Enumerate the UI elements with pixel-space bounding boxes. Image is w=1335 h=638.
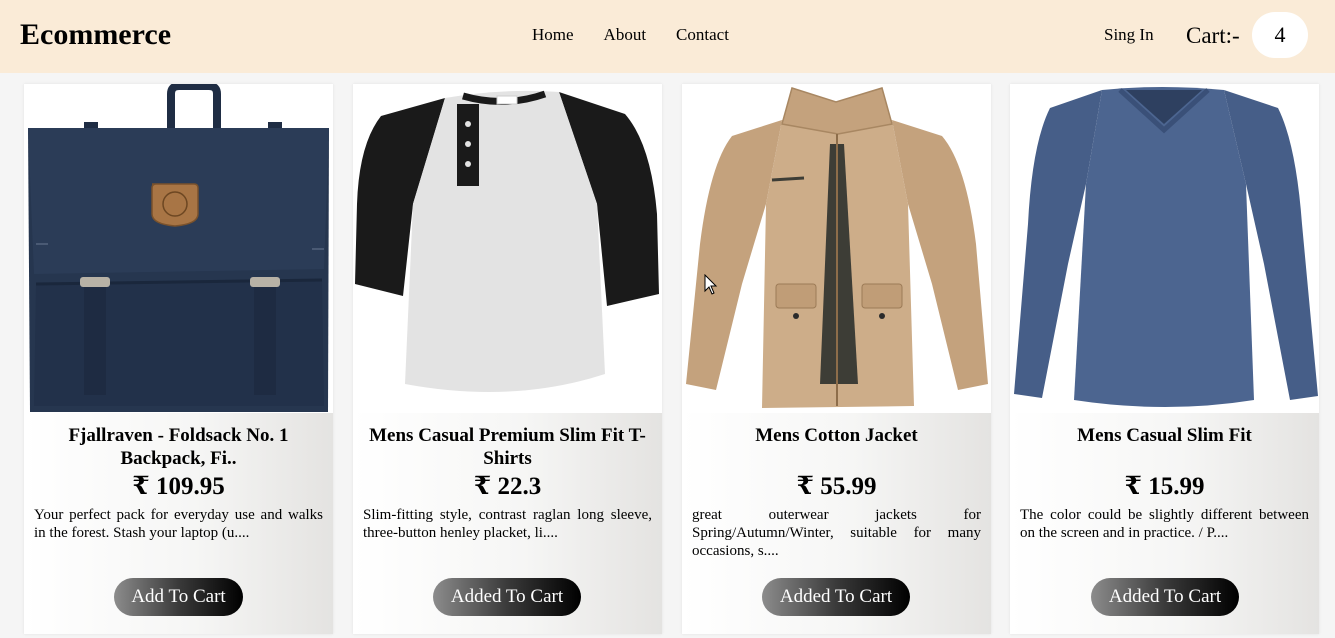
brand-logo[interactable]: Ecommerce: [20, 17, 171, 53]
nav-contact-link[interactable]: Contact: [676, 24, 729, 46]
added-to-cart-button[interactable]: Added To Cart: [433, 578, 581, 616]
product-description: The color could be slightly different be…: [1020, 507, 1309, 541]
nav-about-link[interactable]: About: [604, 24, 647, 46]
product-price: ₹ 109.95: [132, 473, 225, 500]
mouse-cursor-icon: [704, 274, 718, 295]
jacket-image[interactable]: [682, 84, 991, 413]
nav-links: Home About Contact: [532, 24, 729, 46]
product-title[interactable]: Mens Casual Slim Fit: [1020, 424, 1309, 447]
product-card: Mens Casual Premium Slim Fit T-Shirts ₹ …: [353, 84, 662, 634]
product-card: Mens Cotton Jacket ₹ 55.99 great outerwe…: [682, 84, 991, 634]
added-to-cart-button[interactable]: Added To Cart: [1091, 578, 1239, 616]
nav-home-link[interactable]: Home: [532, 24, 574, 46]
long-sleeve-shirt-image[interactable]: [1010, 84, 1319, 413]
product-title[interactable]: Fjallraven - Foldsack No. 1 Backpack, Fi…: [34, 424, 323, 470]
product-card: Fjallraven - Foldsack No. 1 Backpack, Fi…: [24, 84, 333, 634]
product-price: ₹ 55.99: [796, 473, 877, 500]
navbar: Ecommerce Home About Contact Sing In Car…: [0, 0, 1335, 73]
product-price: ₹ 15.99: [1124, 473, 1205, 500]
added-to-cart-button[interactable]: Added To Cart: [762, 578, 910, 616]
product-price: ₹ 22.3: [473, 473, 542, 500]
add-to-cart-button[interactable]: Add To Cart: [114, 578, 243, 616]
product-description: Your perfect pack for everyday use and w…: [34, 507, 323, 541]
product-description: great outerwear jackets for Spring/Autum…: [692, 507, 981, 559]
cart-label: Cart:-: [1186, 23, 1240, 48]
product-title[interactable]: Mens Cotton Jacket: [692, 424, 981, 447]
product-card: Mens Casual Slim Fit ₹ 15.99 The color c…: [1010, 84, 1319, 634]
cart-count-badge[interactable]: 4: [1252, 12, 1308, 58]
product-title[interactable]: Mens Casual Premium Slim Fit T-Shirts: [363, 424, 652, 470]
backpack-image[interactable]: [24, 84, 333, 413]
product-description: Slim-fitting style, contrast raglan long…: [363, 507, 652, 541]
raglan-shirt-image[interactable]: [353, 84, 662, 413]
signin-link[interactable]: Sing In: [1104, 24, 1154, 46]
